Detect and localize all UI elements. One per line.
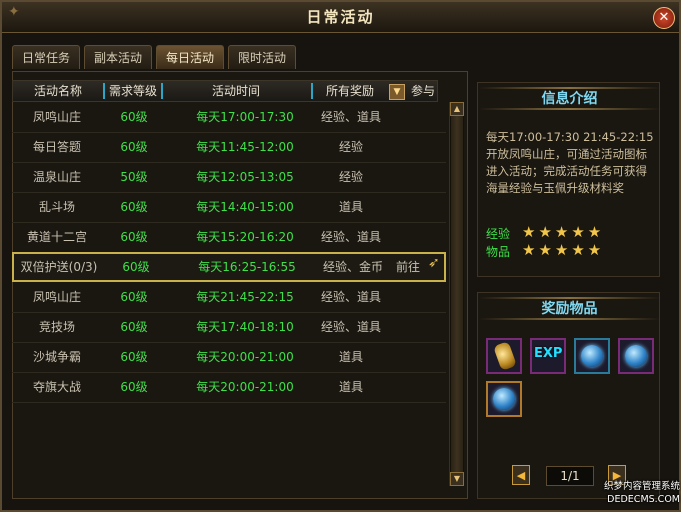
row-name: 黄道十二宫 <box>26 230 87 244</box>
table-row-selected[interactable]: 双倍护送(0/3) 60级 每天16:25-16:55 经验、金币 前往 ➶ <box>12 252 446 282</box>
row-time: 每天11:45-12:00 <box>196 140 294 154</box>
reward-title: 奖励物品 <box>541 301 598 317</box>
row-name: 沙城争霸 <box>32 350 81 364</box>
header-name: 活动名称 <box>33 84 82 98</box>
row-name: 凤鸣山庄 <box>32 110 81 124</box>
gold-medal-icon <box>493 341 517 371</box>
row-name: 每日答题 <box>32 140 81 154</box>
info-title: 信息介绍 <box>541 91 598 107</box>
header-reward[interactable]: 所有奖励 <box>313 81 387 101</box>
watermark: 织梦内容管理系统 DEDECMS.COM <box>570 480 680 506</box>
row-time: 每天21:45-22:15 <box>196 290 294 304</box>
item-rating-label: 物品 <box>486 245 511 259</box>
reward-slot[interactable] <box>574 338 610 374</box>
row-level: 60级 <box>120 380 148 394</box>
row-time: 每天14:40-15:00 <box>196 200 294 214</box>
window-title: 日常活动 <box>306 8 375 26</box>
table-row[interactable]: 温泉山庄 50级 每天12:05-13:05 经验 <box>12 162 446 193</box>
row-time: 每天16:25-16:55 <box>198 260 296 274</box>
reward-filter-dropdown[interactable]: ▼ <box>389 84 405 100</box>
row-level: 60级 <box>120 230 148 244</box>
table-row[interactable]: 每日答题 60级 每天11:45-12:00 经验 <box>12 132 446 163</box>
star-icons: ★★★★★ <box>522 223 605 241</box>
blue-orb-icon <box>581 345 603 367</box>
row-level: 50级 <box>120 170 148 184</box>
table-header: 活动名称 需求等级 活动时间 所有奖励 ▼ 参与 <box>12 80 438 102</box>
row-level: 60级 <box>122 260 150 274</box>
tab-dungeon-activities[interactable]: 副本活动 <box>84 45 152 69</box>
scroll-up-icon[interactable]: ▲ <box>450 102 464 116</box>
reward-slot[interactable] <box>618 338 654 374</box>
prev-page-button[interactable]: ◀ <box>512 465 530 485</box>
watermark-line1: 织梦内容管理系统 <box>603 481 680 492</box>
row-reward: 经验、道具 <box>320 320 381 334</box>
table-row[interactable]: 黄道十二宫 60级 每天15:20-16:20 经验、道具 <box>12 222 446 253</box>
row-reward: 道具 <box>338 200 363 214</box>
table-row[interactable]: 凤鸣山庄 60级 每天17:00-17:30 经验、道具 <box>12 102 446 133</box>
row-reward: 经验、道具 <box>320 230 381 244</box>
row-level: 60级 <box>120 350 148 364</box>
wing-arrow-icon[interactable]: ➶ <box>428 255 446 273</box>
table-row[interactable]: 夺旗大战 60级 每天20:00-21:00 道具 <box>12 372 446 403</box>
row-reward: 经验、道具 <box>320 110 381 124</box>
row-level: 60级 <box>120 200 148 214</box>
header-time: 活动时间 <box>211 84 260 98</box>
row-time: 每天20:00-21:00 <box>196 380 294 394</box>
info-header: 信息介绍 <box>478 83 661 111</box>
exp-rating-label: 经验 <box>486 227 511 241</box>
tab-limited-activities[interactable]: 限时活动 <box>228 45 296 69</box>
row-time: 每天20:00-21:00 <box>196 350 294 364</box>
row-level: 60级 <box>120 320 148 334</box>
list-scrollbar[interactable]: ▲ ▼ <box>449 102 464 486</box>
row-reward: 经验、金币 <box>322 260 383 274</box>
header-level: 需求等级 <box>108 84 157 98</box>
reward-header: 奖励物品 <box>478 293 661 321</box>
row-reward: 道具 <box>338 350 363 364</box>
table-row[interactable]: 乱斗场 60级 每天14:40-15:00 道具 <box>12 192 446 223</box>
scroll-thumb[interactable] <box>451 116 463 472</box>
reward-slot[interactable] <box>486 381 522 417</box>
info-panel: 信息介绍 每天17:00-17:30 21:45-22:15开放凤鸣山庄，可通过… <box>477 82 661 277</box>
row-name: 夺旗大战 <box>32 380 81 394</box>
scroll-down-icon[interactable]: ▼ <box>450 472 464 486</box>
row-time: 每天15:20-16:20 <box>196 230 294 244</box>
blue-orb-icon <box>625 345 647 367</box>
row-time: 每天12:05-13:05 <box>196 170 294 184</box>
row-level: 60级 <box>120 140 148 154</box>
title-bar[interactable]: ✦ 日常活动 ✕ <box>2 2 679 33</box>
table-row[interactable]: 竞技场 60级 每天17:40-18:10 经验、道具 <box>12 312 446 343</box>
row-reward: 经验、道具 <box>320 290 381 304</box>
row-name: 乱斗场 <box>38 200 75 214</box>
row-name: 凤鸣山庄 <box>32 290 81 304</box>
row-reward: 经验 <box>338 170 363 184</box>
watermark-line2: DEDECMS.COM <box>607 494 680 505</box>
tab-daily-activities[interactable]: 每日活动 <box>156 45 224 69</box>
close-button[interactable]: ✕ <box>653 7 675 29</box>
reward-slot[interactable] <box>486 338 522 374</box>
row-level: 60级 <box>120 290 148 304</box>
blue-orb-icon <box>493 388 515 410</box>
row-time: 每天17:40-18:10 <box>196 320 294 334</box>
daily-activity-window: ✦ 日常活动 ✕ 日常任务 副本活动 每日活动 限时活动 活动名称 需求等级 活… <box>0 0 681 512</box>
go-button[interactable]: 前往 <box>388 252 428 282</box>
info-description: 每天17:00-17:30 21:45-22:15开放凤鸣山庄，可通过活动图标进… <box>486 130 654 195</box>
exp-icon: EXP <box>534 346 563 361</box>
tab-daily-quests[interactable]: 日常任务 <box>12 45 80 69</box>
row-name: 竞技场 <box>38 320 75 334</box>
row-reward: 经验 <box>338 140 363 154</box>
star-icons: ★★★★★ <box>522 241 605 259</box>
item-rating: 物品 ★★★★★ <box>486 241 656 261</box>
table-row[interactable]: 沙城争霸 60级 每天20:00-21:00 道具 <box>12 342 446 373</box>
row-name: 双倍护送(0/3) <box>20 260 98 274</box>
header-join: 参与 <box>410 84 435 98</box>
row-reward: 道具 <box>338 380 363 394</box>
row-level: 60级 <box>120 110 148 124</box>
reward-slot[interactable]: EXP <box>530 338 566 374</box>
table-row[interactable]: 凤鸣山庄 60级 每天21:45-22:15 经验、道具 <box>12 282 446 313</box>
row-time: 每天17:00-17:30 <box>196 110 294 124</box>
row-name: 温泉山庄 <box>32 170 81 184</box>
